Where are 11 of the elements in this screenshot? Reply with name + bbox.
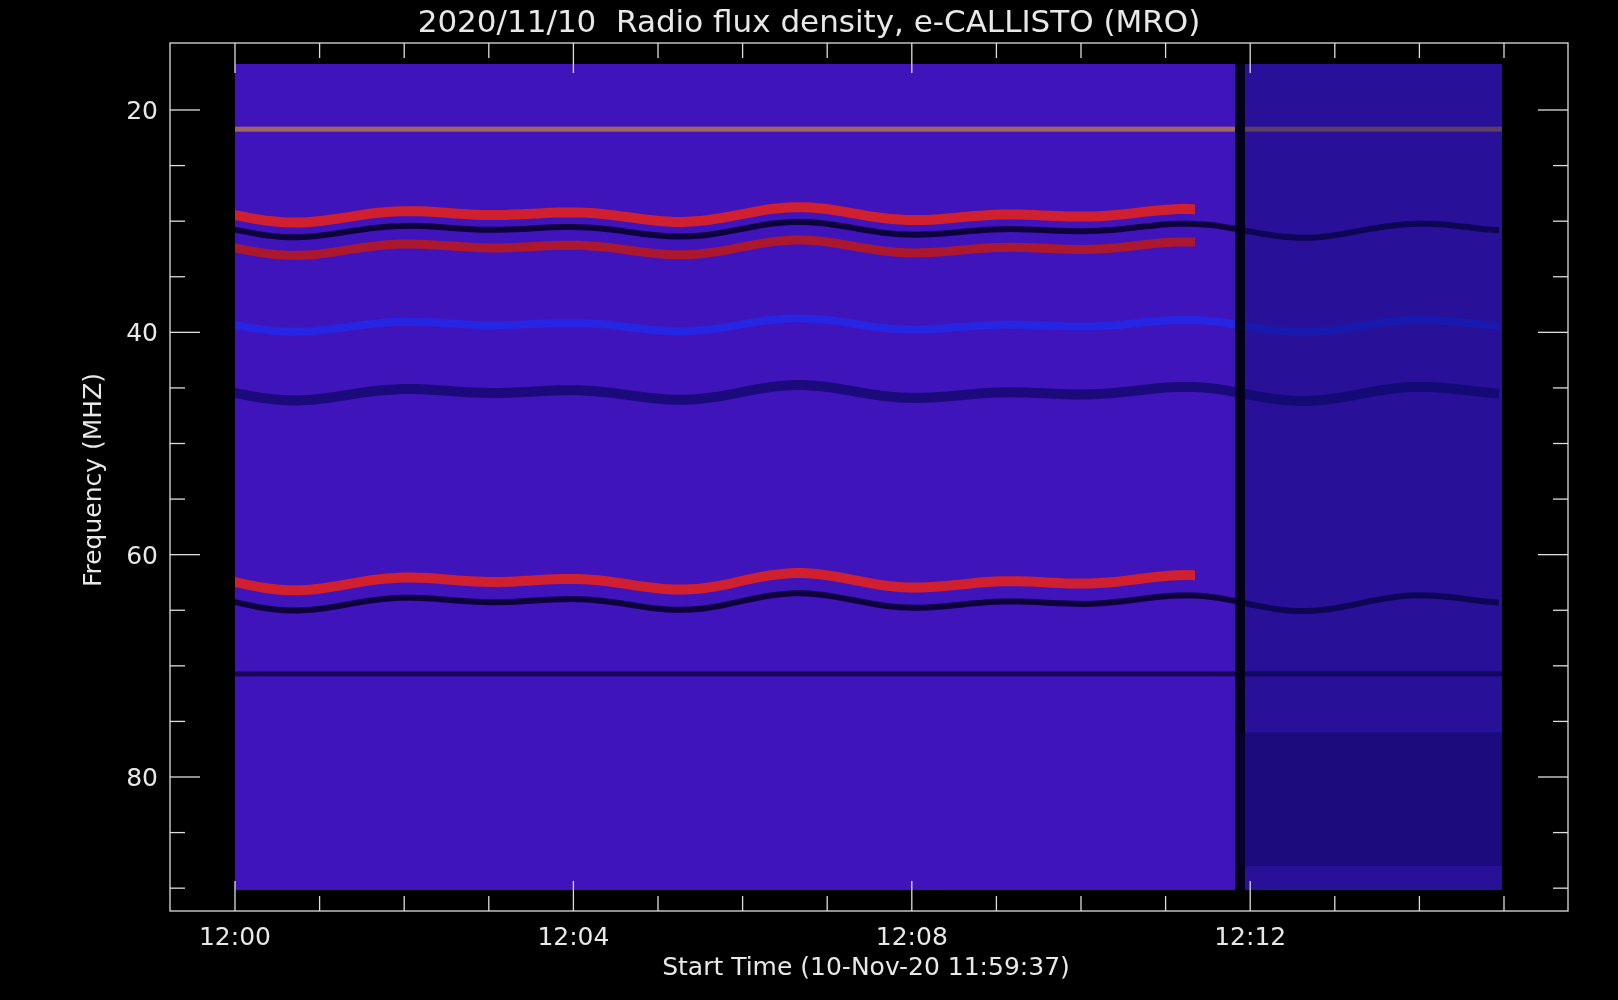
axis-tick-label: 12:12: [1214, 922, 1287, 951]
axis-tick-label: 60: [126, 540, 158, 570]
chart-title: 2020/11/10 Radio flux density, e-CALLISTO (MRO): [417, 3, 1201, 39]
axis-tick-label: 80: [126, 763, 158, 792]
axis-tick-label: 40: [126, 318, 158, 348]
axis-tick-label: 12:08: [875, 922, 948, 951]
axis-title: Start Time (10-Nov-20 11:59:37): [662, 952, 1070, 981]
axis-tick-label: 12:04: [537, 922, 610, 951]
axis-tick-label: 12:00: [199, 922, 271, 951]
axis-title: Frequency (MHZ): [78, 372, 107, 588]
axis-tick-label: 20: [126, 96, 158, 125]
